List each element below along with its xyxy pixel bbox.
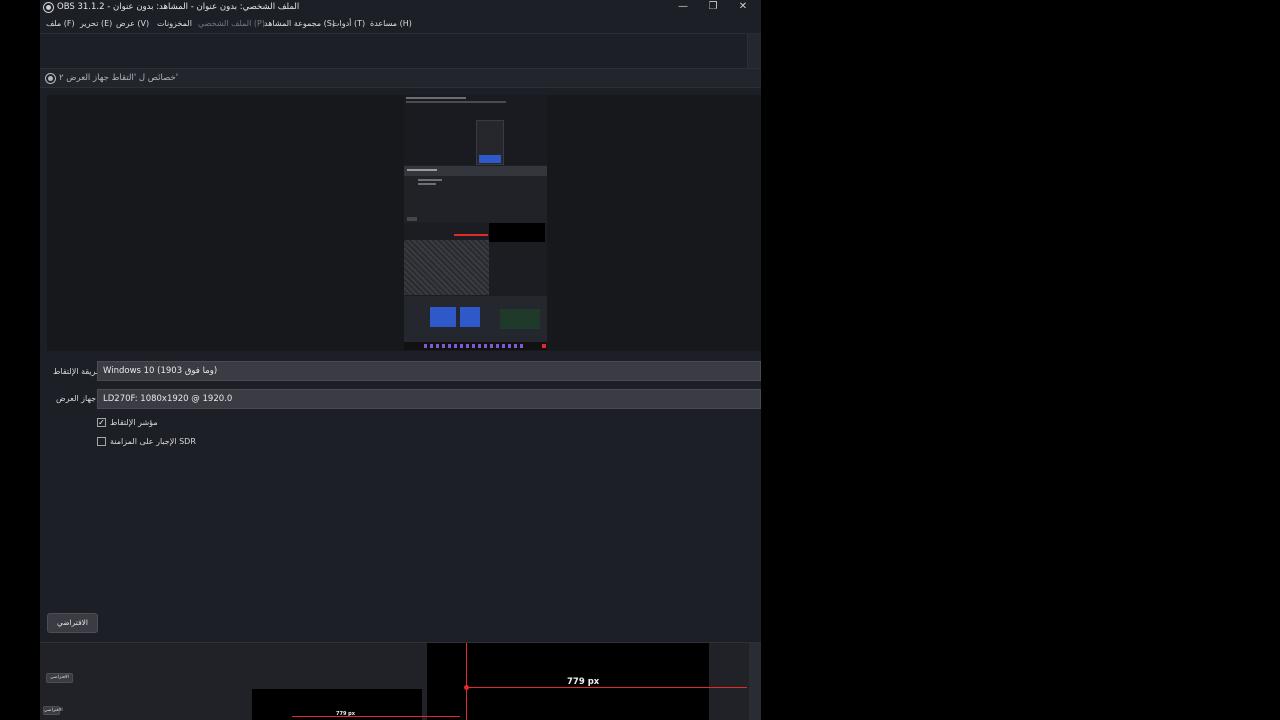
menu-view[interactable]: عرض (V) bbox=[116, 18, 149, 30]
captured-defaults-button: الافتراضي bbox=[43, 706, 63, 715]
properties-title: خصائص ل 'التقاط جهاز العرض ٢' bbox=[59, 73, 179, 83]
maximize-button[interactable]: ❐ bbox=[698, 0, 728, 15]
capture-black-area bbox=[427, 689, 709, 720]
thumb-prop-line bbox=[418, 179, 442, 181]
red-guide-line bbox=[467, 687, 747, 688]
thumb-title-line bbox=[406, 97, 466, 99]
size-indicator-label: 779 px bbox=[567, 677, 600, 687]
menu-docks[interactable]: المخزونات bbox=[157, 18, 192, 30]
capture-method-label: طريقة الإلتقاط bbox=[53, 367, 103, 376]
capture-method-select[interactable]: Windows 10 (1903 وما فوق) bbox=[97, 361, 761, 381]
menu-file[interactable]: ملف (F) bbox=[46, 18, 75, 30]
capture-method-value: Windows 10 (1903 وما فوق) bbox=[103, 366, 218, 376]
properties-header: خصائص ل 'التقاط جهاز العرض ٢' bbox=[40, 68, 761, 88]
minimize-button[interactable]: — bbox=[668, 0, 698, 15]
menu-scene-collection[interactable]: مجموعة المشاهد (S) bbox=[264, 18, 335, 30]
red-guide-line bbox=[292, 716, 460, 717]
source-preview bbox=[47, 95, 761, 351]
display-label: جهاز العرض bbox=[56, 394, 97, 403]
display-select[interactable]: LD270F: 1080x1920 @ 1920.0 bbox=[97, 389, 761, 409]
thumb-taskbar-red bbox=[542, 344, 546, 348]
menu-help[interactable]: مساعدة (H) bbox=[370, 18, 412, 30]
capture-cursor-label: مؤشر الإلتقاط bbox=[110, 418, 158, 427]
menu-bar: ملف (F) تحرير (E) عرض (V) المخزونات المل… bbox=[40, 16, 761, 32]
thumb-header-bar bbox=[404, 166, 547, 176]
menu-tools[interactable]: أدوات (T) bbox=[332, 18, 365, 30]
toolbar-scrollbar[interactable] bbox=[747, 34, 761, 69]
size-indicator-label: 779 px bbox=[336, 711, 355, 717]
title-bar[interactable]: OBS 31.1.2 - الملف الشخصي: بدون عنوان - … bbox=[40, 0, 761, 15]
obs-logo-icon bbox=[45, 73, 56, 84]
toolbar-area bbox=[40, 33, 761, 69]
close-button[interactable]: ✕ bbox=[728, 0, 758, 15]
strip-scrollbar[interactable] bbox=[749, 643, 761, 720]
thumb-dock-mixer bbox=[500, 309, 540, 329]
menu-edit[interactable]: تحرير (E) bbox=[80, 18, 112, 30]
force-sdr-label: الإجبار على المزامنة SDR bbox=[110, 437, 196, 446]
obs-logo-icon bbox=[43, 2, 54, 13]
captured-defaults-button: الافتراضي bbox=[46, 673, 73, 683]
capture-cursor-checkbox[interactable]: ✓ bbox=[97, 418, 106, 427]
thumb-taskbar-icons bbox=[424, 344, 524, 348]
thumb-dock-blue bbox=[430, 307, 456, 327]
force-sdr-checkbox[interactable] bbox=[97, 437, 106, 446]
thumb-menu-line bbox=[406, 101, 506, 103]
preview-thumbnail bbox=[404, 95, 547, 350]
window-title: OBS 31.1.2 - الملف الشخصي: بدون عنوان - … bbox=[57, 2, 300, 12]
thumb-dock-blue bbox=[460, 307, 480, 327]
thumb-checker-area bbox=[404, 240, 489, 295]
menu-profile[interactable]: الملف الشخصي (P) bbox=[198, 18, 265, 30]
thumb-stripes bbox=[404, 240, 489, 295]
display-value: LD270F: 1080x1920 @ 1920.0 bbox=[103, 394, 233, 404]
thumb-window-accent bbox=[479, 155, 501, 163]
thumb-prop-line bbox=[418, 183, 436, 185]
thumb-black-box bbox=[489, 223, 545, 242]
thumb-red-guide bbox=[454, 234, 488, 236]
thumb-header-text bbox=[407, 169, 437, 171]
thumb-button bbox=[407, 217, 417, 221]
red-guide-line bbox=[466, 643, 467, 720]
obs-window: OBS 31.1.2 - الملف الشخصي: بدون عنوان - … bbox=[40, 0, 761, 720]
defaults-button[interactable]: الافتراضي bbox=[47, 613, 98, 633]
red-guide-handle bbox=[464, 685, 469, 690]
